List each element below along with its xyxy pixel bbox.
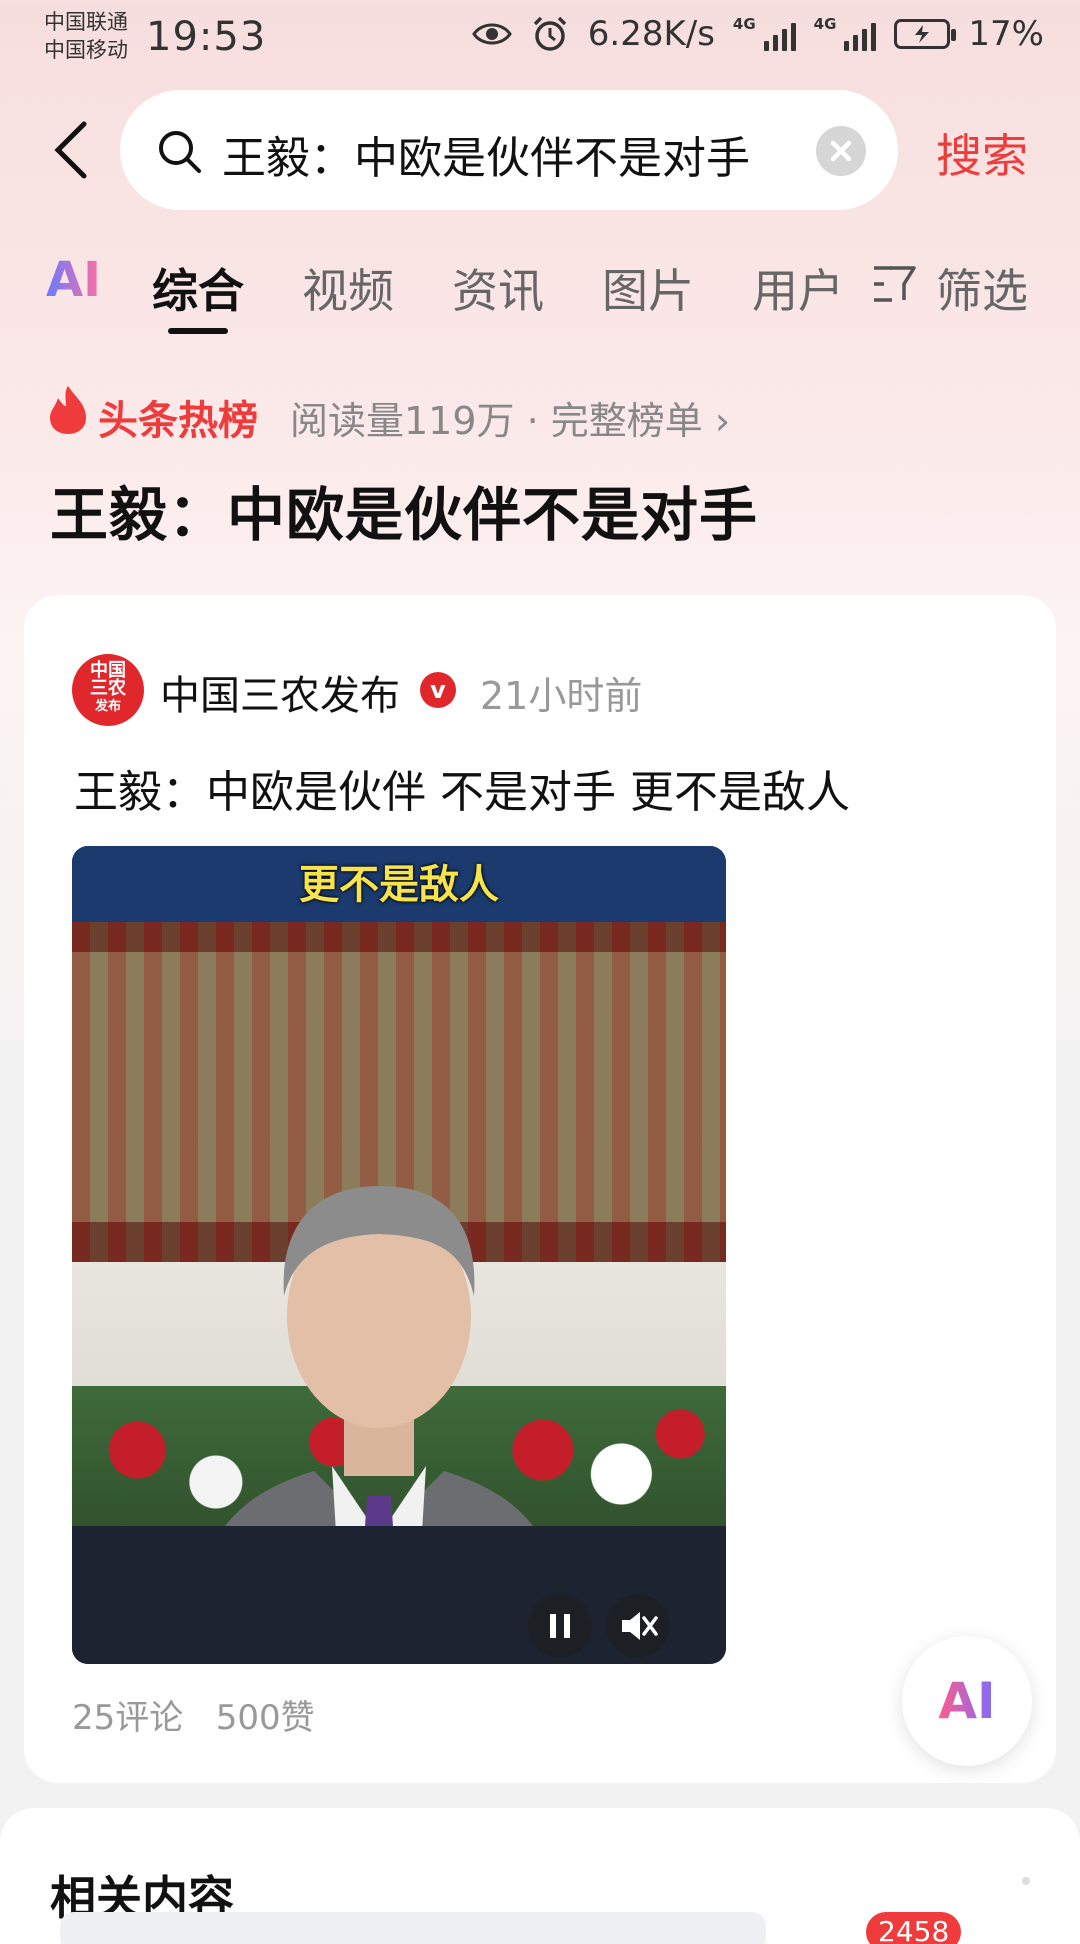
status-icons: 6.28K/s 4G 4G 17%: [471, 14, 1044, 54]
battery-level: 17%: [968, 14, 1044, 54]
close-icon: [830, 140, 852, 162]
alarm-icon: [533, 16, 566, 51]
comment-count[interactable]: 25评论: [72, 1698, 183, 1738]
mute-button[interactable]: [606, 1594, 670, 1658]
tab-ai[interactable]: AI: [46, 252, 101, 308]
video-player[interactable]: 更不是敌人: [72, 846, 726, 1664]
eye-icon: [471, 23, 512, 45]
signal-1-icon: 4G: [733, 17, 796, 51]
ai-assistant-button[interactable]: AI: [902, 1636, 1032, 1766]
back-icon[interactable]: [48, 120, 98, 180]
pause-button[interactable]: [528, 1594, 592, 1658]
like-count[interactable]: 500赞: [216, 1698, 315, 1738]
tab-video[interactable]: 视频: [302, 255, 394, 321]
post-stats: 25评论 500赞: [72, 1690, 315, 1739]
net-speed: 6.28K/s: [587, 14, 715, 54]
page-title: 王毅：中欧是伙伴不是对手: [50, 481, 759, 549]
search-query[interactable]: 王毅：中欧是伙伴不是对手: [222, 122, 750, 186]
battery-icon: [894, 19, 957, 49]
flame-icon: [50, 386, 86, 434]
more-dot: [1022, 1877, 1030, 1885]
status-time: 19:53: [146, 14, 267, 60]
hot-list-label[interactable]: 头条热榜: [98, 388, 258, 446]
author-name[interactable]: 中国三农发布: [160, 663, 400, 721]
video-caption: 更不是敌人: [299, 862, 499, 908]
filter-icon[interactable]: [870, 260, 918, 308]
tab-users[interactable]: 用户: [752, 255, 844, 321]
search-icon: [159, 131, 201, 173]
post-time: 21小时前: [480, 674, 643, 718]
post-title[interactable]: 王毅：中欧是伙伴 不是对手 更不是敌人: [74, 756, 850, 820]
tab-active-indicator: [168, 328, 228, 334]
tab-filter[interactable]: 筛选: [936, 255, 1028, 321]
carrier-1: 中国联通: [44, 10, 128, 34]
pause-icon: [550, 1614, 570, 1638]
related-item[interactable]: [60, 1912, 766, 1944]
tab-images[interactable]: 图片: [602, 255, 694, 321]
search-button[interactable]: 搜索: [936, 120, 1028, 186]
signal-2-icon: 4G: [814, 17, 877, 51]
tab-news[interactable]: 资讯: [452, 255, 544, 321]
mute-icon: [622, 1612, 658, 1640]
clear-button[interactable]: [816, 126, 866, 176]
related-badge: 2458: [866, 1912, 962, 1944]
tab-general[interactable]: 综合: [152, 255, 244, 321]
status-carrier: 中国联通 中国移动: [44, 8, 128, 64]
avatar[interactable]: 中国 三农 发布: [72, 654, 144, 726]
carrier-2: 中国移动: [44, 38, 128, 62]
verified-icon: v: [420, 672, 456, 708]
hot-list-meta[interactable]: 阅读量119万 · 完整榜单 ›: [290, 390, 730, 445]
